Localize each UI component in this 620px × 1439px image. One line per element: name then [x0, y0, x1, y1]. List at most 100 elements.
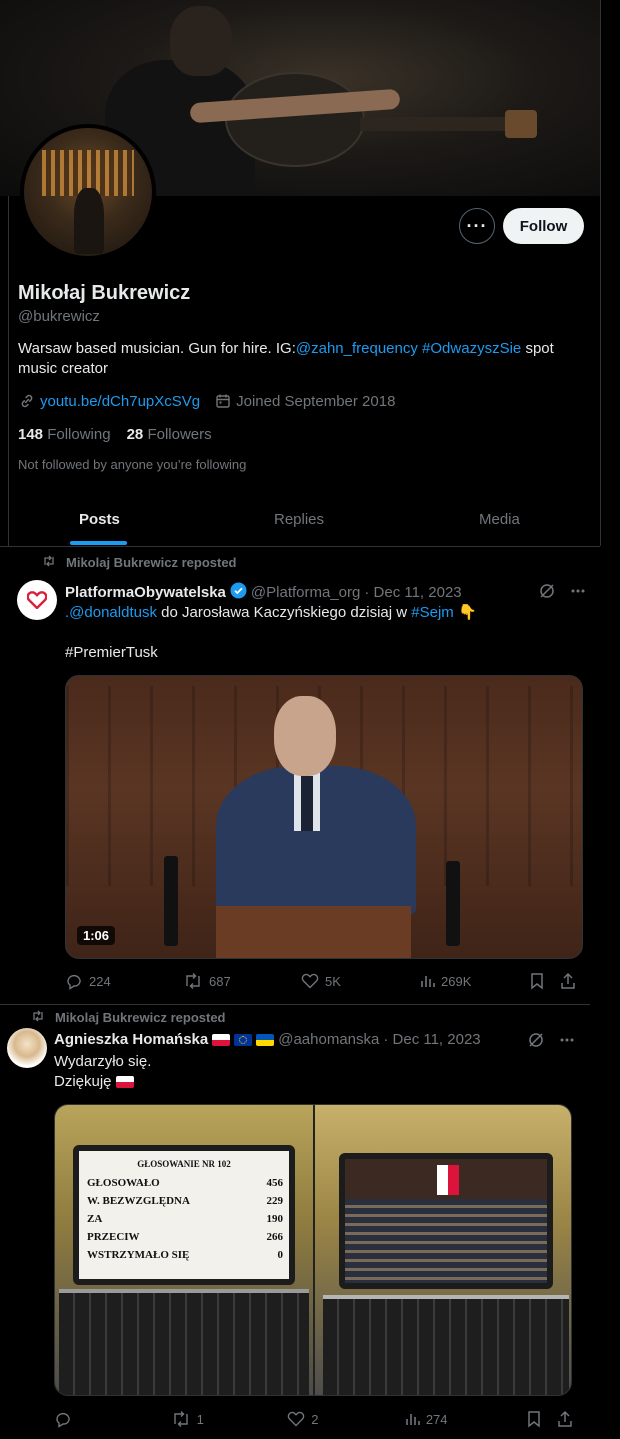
bio-ig-link[interactable]: @zahn_frequency [296, 340, 418, 357]
following-label: Following [47, 426, 111, 443]
followers-count: 28 [126, 426, 144, 443]
repost-icon [31, 1010, 45, 1025]
tweet-text-line1: Wydarzyło się. [54, 1053, 152, 1070]
podium [216, 906, 411, 958]
like-button[interactable]: 2 [287, 1410, 404, 1428]
vote-row: WSTRZYMAŁO SIĘ 0 [87, 1249, 283, 1261]
banner-guitar-head [505, 110, 537, 138]
website-link[interactable]: youtu.be/dCh7upXcSVg [40, 393, 200, 410]
author-name[interactable]: PlatformaObywatelska [65, 584, 226, 601]
vote-row: W. BEZWZGLĘDNA 229 [87, 1195, 283, 1207]
photo-laptop-sejm[interactable] [315, 1105, 571, 1395]
active-tab-indicator [70, 541, 127, 545]
repost-count: 687 [209, 973, 231, 989]
speaker-head [274, 696, 336, 776]
views-count: 274 [425, 1411, 448, 1427]
like-count: 5K [325, 973, 341, 989]
author-name[interactable]: Agnieszka Homańska [54, 1031, 208, 1048]
bio-line2: music creator [18, 360, 109, 377]
tab-posts[interactable]: Posts [79, 511, 120, 528]
reply-icon [67, 974, 81, 990]
reply-button[interactable] [54, 1410, 171, 1428]
share-button[interactable] [559, 972, 577, 990]
repost-button[interactable]: 1 [171, 1410, 288, 1428]
laptop-keyboard [323, 1295, 569, 1395]
mention-link[interactable]: .@donaldtusk [65, 604, 157, 621]
like-count: 2 [311, 1411, 319, 1427]
views-button[interactable]: 274 [404, 1411, 527, 1427]
joined-date: Joined September 2018 [236, 392, 396, 410]
author-avatar[interactable] [17, 580, 57, 620]
bio-tail: spot [525, 340, 554, 357]
laptop-keyboard [59, 1289, 309, 1395]
poland-flag-icon [115, 1076, 134, 1089]
emoji: 👇 [457, 604, 477, 621]
heart-icon [287, 1411, 305, 1427]
banner-guitar [225, 72, 365, 167]
tweet-video[interactable] [65, 675, 583, 959]
grok-icon[interactable] [527, 1031, 545, 1054]
repost-count: 1 [196, 1411, 204, 1427]
bookmark-button[interactable] [529, 972, 559, 990]
hashtag-link-2[interactable]: #PremierTusk [65, 643, 158, 663]
avatar-figure [74, 188, 104, 254]
reply-button[interactable]: 224 [65, 972, 183, 990]
share-button[interactable] [556, 1410, 574, 1428]
not-followed-note: Not followed by anyone you’re following [18, 457, 247, 472]
views-count: 269K [441, 973, 472, 989]
laptop-screen: GŁOSOWANIE NR 102 GŁOSOWAŁO 456 W. BEZWZG… [73, 1145, 295, 1285]
repost-icon [173, 1411, 188, 1427]
author-handle[interactable]: @Platforma_org [251, 584, 360, 601]
author-avatar[interactable] [7, 1028, 47, 1068]
tweet-text-thanks: Dziękuję [54, 1073, 112, 1090]
tweet-header: PlatformaObywatelska @Platforma_org · De… [65, 582, 462, 603]
repost-icon [186, 973, 200, 989]
following-link[interactable]: 148 Following [18, 426, 111, 443]
repost-indicator: Mikolaj Bukrewicz reposted [31, 1010, 226, 1025]
profile-avatar[interactable] [20, 124, 156, 260]
share-icon [561, 972, 575, 989]
repost-indicator: Mikolaj Bukrewicz reposted [42, 555, 237, 570]
column-border-left [8, 196, 9, 546]
laptop-screen [339, 1153, 553, 1289]
tweet-photos[interactable]: GŁOSOWANIE NR 102 GŁOSOWAŁO 456 W. BEZWZG… [54, 1104, 572, 1396]
tab-replies[interactable]: Replies [274, 511, 324, 528]
more-icon[interactable] [559, 1031, 575, 1054]
follow-counts: 148 Following 28 Followers [18, 426, 212, 443]
follow-button[interactable]: Follow [503, 208, 584, 244]
bio-text: Warsaw based musician. Gun for hire. IG: [18, 340, 296, 357]
share-icon [558, 1410, 572, 1427]
reply-count: 224 [89, 973, 111, 989]
repost-label: Mikolaj Bukrewicz reposted [66, 555, 237, 570]
repost-button[interactable]: 687 [183, 972, 301, 990]
tweet-text-line2: Dziękuję [54, 1072, 134, 1092]
tweet-date[interactable]: · Dec 11, 2023 [383, 1031, 480, 1048]
more-icon[interactable] [570, 582, 586, 605]
banner-figure-head [170, 6, 232, 76]
author-handle[interactable]: @aahomanska [278, 1031, 379, 1048]
tab-media[interactable]: Media [479, 511, 520, 528]
like-button[interactable]: 5K [301, 972, 419, 990]
poland-flag-banner [437, 1165, 459, 1195]
profile-meta: youtu.be/dCh7upXcSVg Joined September 20… [18, 392, 395, 410]
more-options-button[interactable]: ··· [459, 208, 495, 244]
sejm-hall [345, 1199, 547, 1283]
tweet-corner-actions [538, 582, 586, 605]
banner-guitar-neck [360, 117, 510, 131]
reply-icon [56, 1412, 70, 1428]
vote-row: ZA 190 [87, 1213, 283, 1225]
repost-label: Mikolaj Bukrewicz reposted [55, 1010, 226, 1025]
followers-link[interactable]: 28 Followers [127, 426, 212, 443]
microphone-left [164, 856, 178, 946]
tweet-divider [0, 1004, 590, 1005]
views-icon [421, 976, 435, 987]
views-button[interactable]: 269K [419, 973, 529, 989]
hashtag-link[interactable]: #Sejm [411, 604, 454, 621]
bookmark-button[interactable] [526, 1410, 556, 1428]
bio-hashtag[interactable]: #OdwazyszSie [422, 340, 521, 357]
tweet-date[interactable]: · Dec 11, 2023 [364, 584, 461, 601]
grok-icon[interactable] [538, 582, 556, 605]
photo-laptop-vote[interactable]: GŁOSOWANIE NR 102 GŁOSOWAŁO 456 W. BEZWZG… [55, 1105, 313, 1395]
verified-badge-icon [230, 582, 247, 603]
speaker-tie [301, 776, 313, 831]
